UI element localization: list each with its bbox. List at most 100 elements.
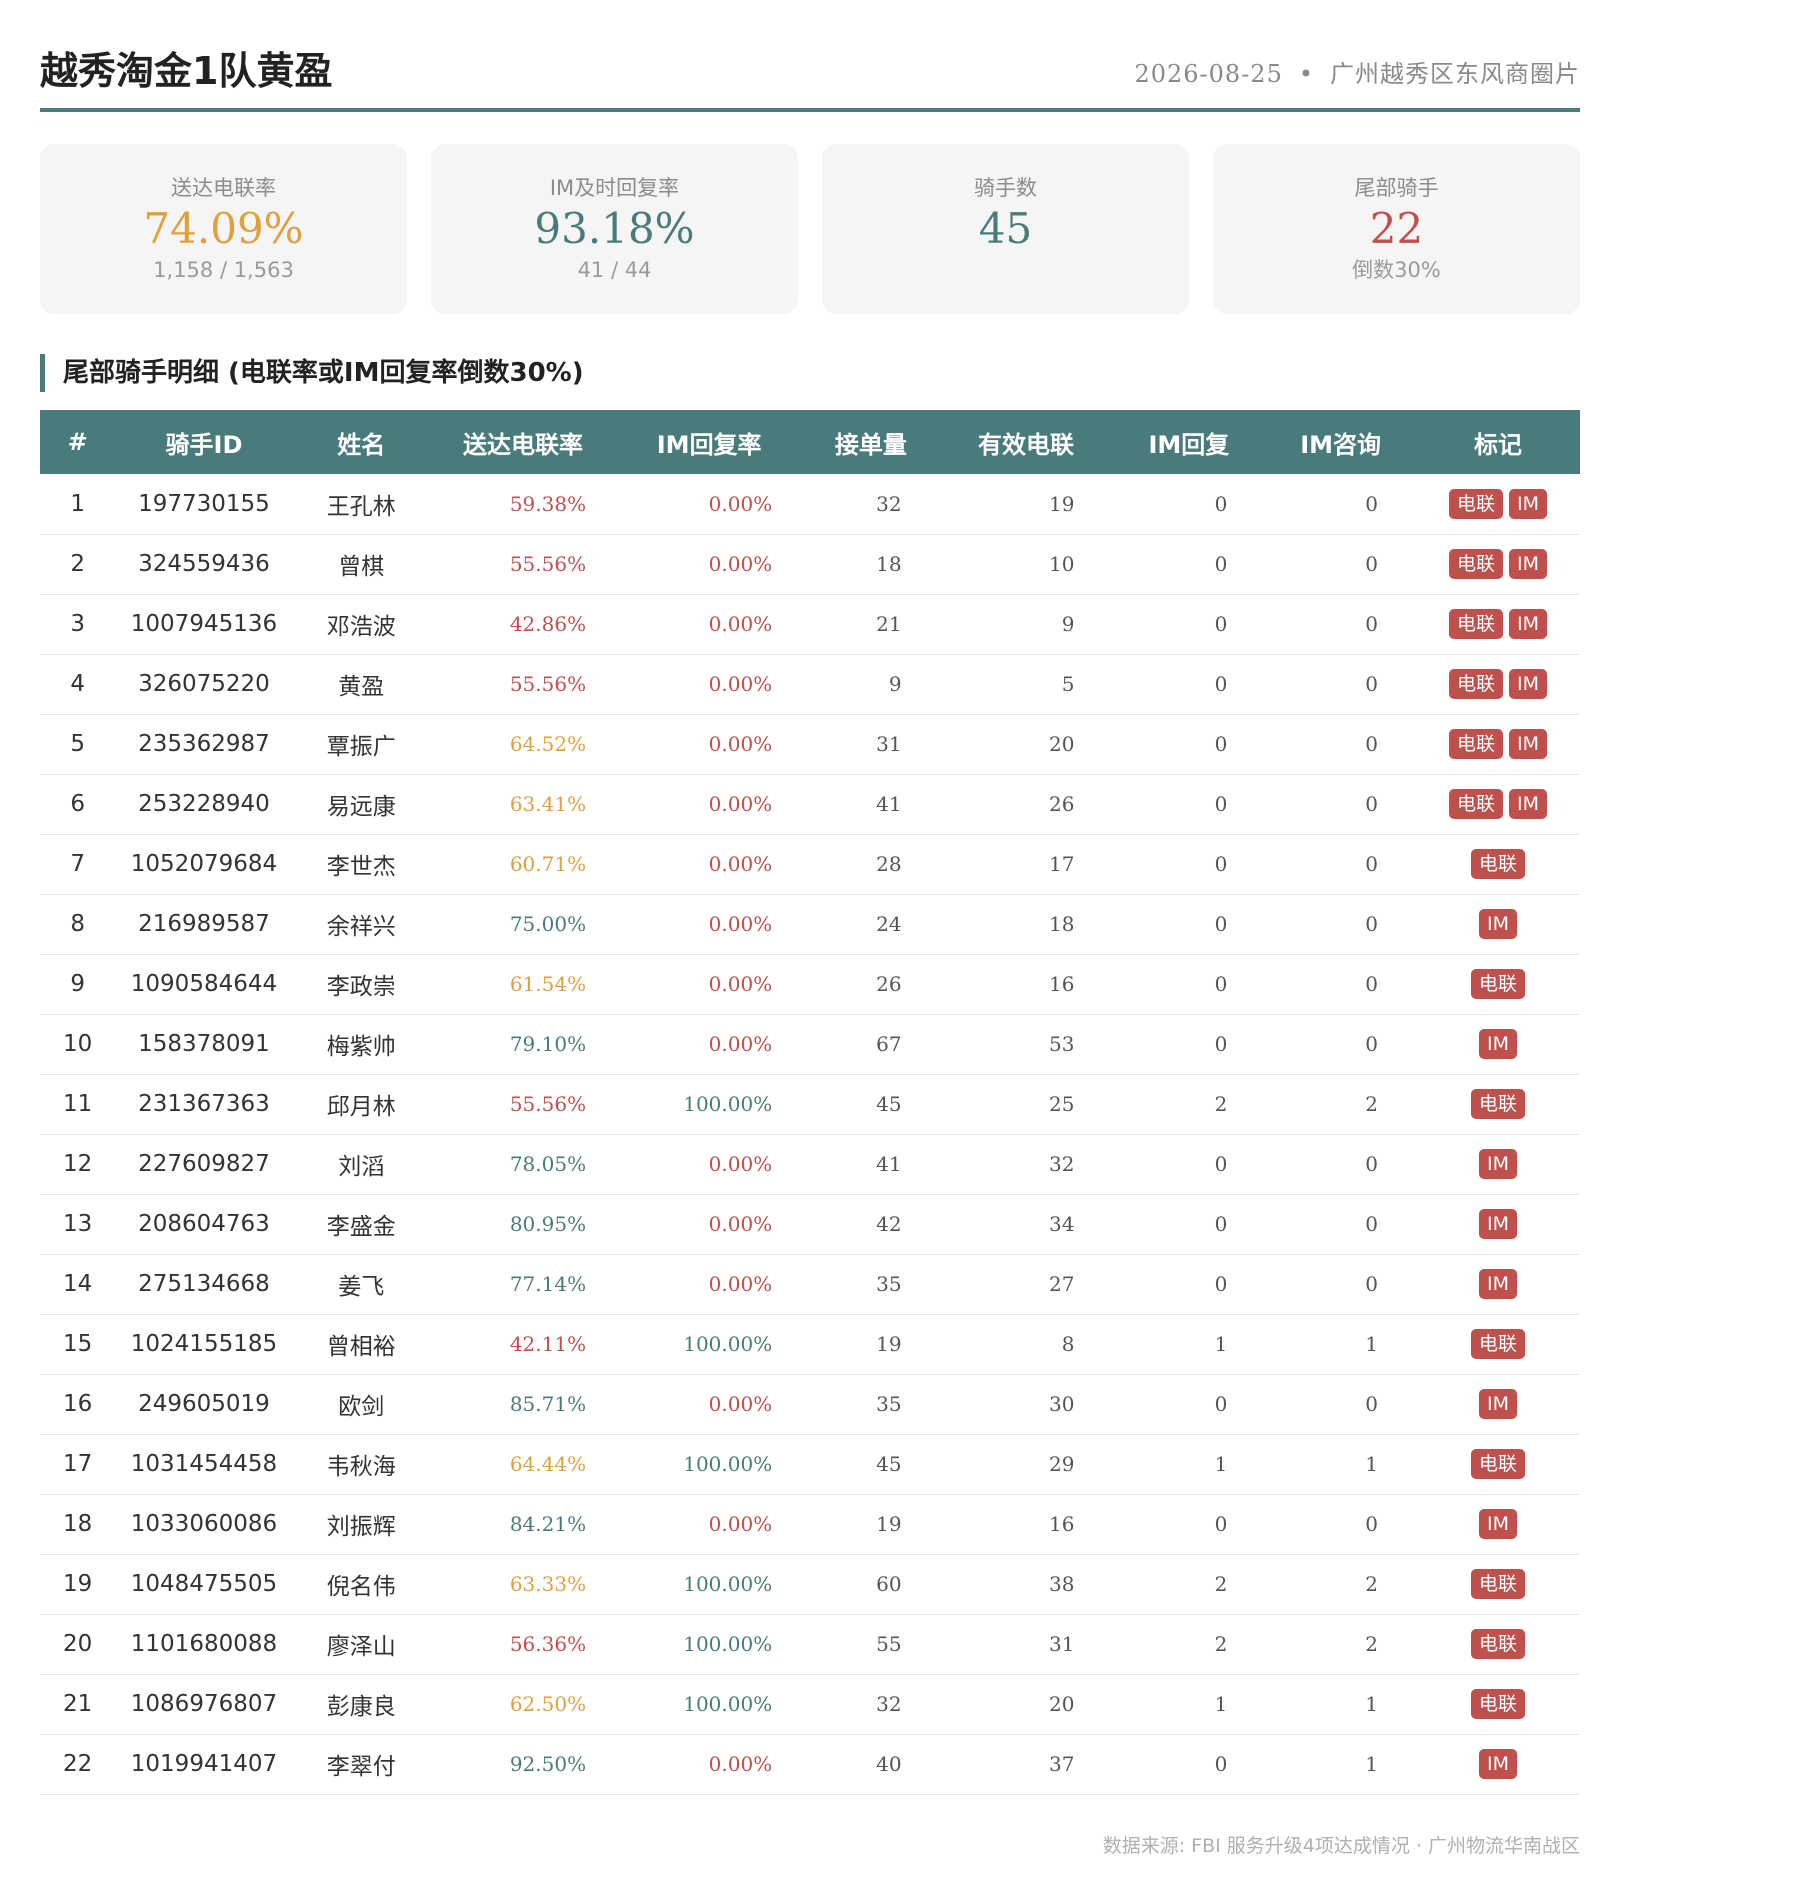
im-consult-count: 0: [1365, 972, 1378, 996]
rider-name: 李翠付: [326, 1754, 396, 1780]
valid-calls: 32: [1048, 1152, 1075, 1176]
im-reply-count: 1: [1214, 1452, 1228, 1476]
valid-calls: 29: [1048, 1452, 1075, 1476]
order-count: 28: [876, 852, 902, 876]
im-tag: IM: [1478, 1509, 1517, 1539]
table-row: 15 1024155185 曾相裕 42.11% 100.00% 19 8 1 1 电联: [40, 1314, 1580, 1374]
col-header: 骑手ID: [165, 430, 243, 459]
im-rate: 0.00%: [708, 612, 773, 636]
call-rate: 59.38%: [509, 491, 587, 516]
rider-name: 姜飞: [338, 1274, 385, 1300]
call-tag: 电联: [1470, 1689, 1525, 1719]
card-label: 尾部骑手: [1354, 176, 1439, 200]
rider-id: 1031454458: [130, 1451, 278, 1477]
im-reply-count: 1: [1214, 1692, 1228, 1716]
rider-id: 158378091: [138, 1031, 270, 1057]
rider-id: 1019941407: [130, 1751, 278, 1777]
valid-calls: 27: [1048, 1272, 1075, 1296]
tag-cell: 电联: [1416, 1614, 1580, 1674]
call-tag: 电联: [1470, 969, 1525, 999]
call-rate: 78.05%: [509, 1152, 587, 1176]
im-tag: IM: [1478, 1149, 1517, 1179]
order-count: 18: [876, 552, 902, 576]
rider-name: 王孔林: [326, 493, 396, 520]
rider-id: 197730155: [138, 490, 270, 517]
valid-calls: 17: [1048, 852, 1075, 876]
row-index: 9: [70, 971, 85, 997]
im-rate: 100.00%: [683, 1632, 773, 1656]
data-source-footer: 数据来源: FBI 服务升级4项达成情况 · 广州物流华南战区: [1102, 1834, 1580, 1857]
row-index: 5: [70, 731, 85, 757]
call-rate: 85.71%: [509, 1392, 587, 1416]
im-reply-count: 0: [1214, 972, 1228, 996]
tag-cell: IM: [1416, 1134, 1580, 1194]
rider-name: 彭康良: [326, 1694, 396, 1720]
rider-name: 邓浩波: [326, 614, 396, 640]
im-reply-count: 0: [1214, 1752, 1228, 1776]
im-reply-count: 0: [1214, 852, 1228, 876]
rider-name: 欧剑: [338, 1394, 385, 1420]
order-count: 41: [876, 1152, 902, 1176]
tag-cell: IM: [1416, 1194, 1580, 1254]
rider-name: 邱月林: [326, 1094, 396, 1120]
im-rate: 100.00%: [683, 1692, 773, 1716]
im-rate: 0.00%: [708, 972, 773, 996]
row-index: 20: [63, 1631, 93, 1657]
im-consult-count: 0: [1365, 672, 1378, 696]
row-index: 4: [70, 671, 85, 697]
rider-name: 刘滔: [338, 1154, 385, 1180]
rider-id: 208604763: [138, 1211, 270, 1237]
im-consult-count: 2: [1365, 1092, 1378, 1116]
table-row: 11 231367363 邱月林 55.56% 100.00% 45 25 2 2 电联: [40, 1074, 1580, 1134]
tag-cell: IM: [1416, 1374, 1580, 1434]
call-rate: 92.50%: [509, 1752, 587, 1776]
report-header: 越秀淘金1队黄盈 2026-08-25 • 广州越秀区东风商圈片: [40, 36, 1580, 112]
row-index: 17: [63, 1451, 93, 1477]
rider-name: 曾相裕: [326, 1334, 396, 1360]
im-rate: 0.00%: [708, 792, 773, 816]
tag-cell: 电联 IM: [1416, 714, 1580, 774]
im-consult-count: 2: [1365, 1572, 1378, 1596]
rider-name: 余祥兴: [326, 914, 396, 940]
order-count: 45: [876, 1092, 902, 1116]
im-consult-count: 1: [1365, 1332, 1378, 1356]
tag-cell: IM: [1416, 1734, 1580, 1794]
rider-id: 1052079684: [130, 851, 278, 877]
table-row: 6 253228940 易远康 63.41% 0.00% 41 26 0 0 电联 IM: [40, 774, 1580, 834]
im-reply-count: 0: [1214, 552, 1228, 576]
im-tag: IM: [1509, 488, 1547, 519]
col-header: IM回复: [1148, 430, 1230, 459]
row-index: 13: [63, 1211, 93, 1237]
rider-name: 梅紫帅: [326, 1034, 396, 1060]
rider-id: 235362987: [138, 731, 270, 757]
im-reply-count: 0: [1214, 792, 1228, 816]
table-row: 21 1086976807 彭康良 62.50% 100.00% 32 20 1 1 电联: [40, 1674, 1580, 1734]
tag-cell: 电联: [1416, 954, 1580, 1014]
im-rate: 0.00%: [708, 672, 773, 696]
card-value: 74.09%: [143, 204, 304, 253]
rider-id: 275134668: [138, 1271, 270, 1297]
im-tag: IM: [1509, 549, 1547, 579]
im-rate: 100.00%: [683, 1332, 773, 1356]
report-area: 广州越秀区东风商圈片: [1330, 60, 1580, 88]
call-rate: 60.71%: [509, 852, 587, 876]
valid-calls: 25: [1048, 1092, 1075, 1116]
report-date: 2026-08-25: [1134, 60, 1283, 88]
im-rate: 0.00%: [708, 1212, 773, 1236]
rider-name: 李政崇: [326, 974, 396, 1000]
valid-calls: 38: [1048, 1572, 1075, 1596]
table-row: 22 1019941407 李翠付 92.50% 0.00% 40 37 0 1 IM: [40, 1734, 1580, 1794]
row-index: 14: [63, 1271, 93, 1297]
im-rate: 0.00%: [708, 1392, 773, 1416]
im-reply-count: 0: [1214, 1392, 1228, 1416]
im-consult-count: 2: [1365, 1632, 1378, 1656]
row-index: 16: [63, 1391, 93, 1417]
row-index: 2: [70, 551, 85, 577]
rider-id: 324559436: [138, 551, 270, 577]
card-rider-count: 骑手数 45: [822, 144, 1189, 314]
rider-id: 1086976807: [130, 1691, 278, 1717]
call-tag: 电联: [1470, 1089, 1525, 1119]
tag-cell: 电联 IM: [1416, 474, 1580, 534]
im-rate: 0.00%: [708, 912, 773, 936]
page-title: 越秀淘金1队黄盈: [40, 49, 333, 93]
